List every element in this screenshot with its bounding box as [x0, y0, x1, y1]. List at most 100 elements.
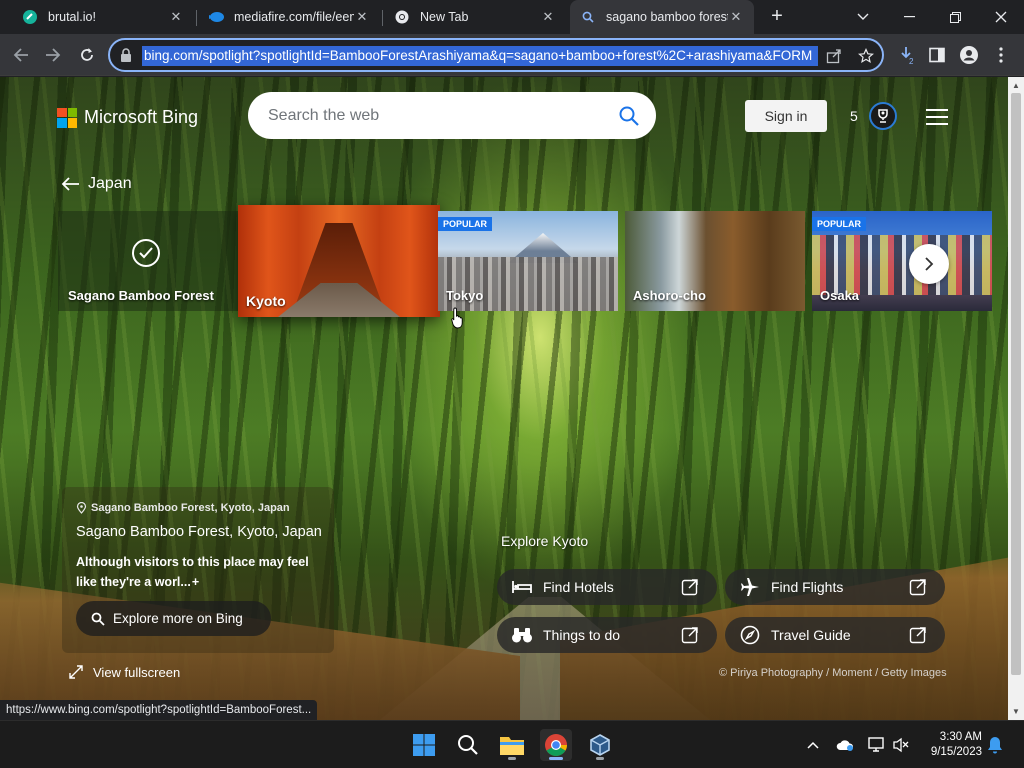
search-input[interactable]	[268, 104, 608, 128]
binoculars-icon	[511, 624, 533, 646]
tab-brutal[interactable]: brutal.io! ✕	[12, 0, 194, 34]
tab-title: brutal.io!	[48, 10, 96, 24]
tab-separator	[382, 10, 383, 26]
back-to-region-link[interactable]: Japan	[60, 175, 132, 193]
forward-icon[interactable]	[40, 42, 66, 68]
bookmark-star-icon[interactable]	[856, 46, 876, 66]
taskbar-search-icon[interactable]	[452, 729, 484, 761]
external-link-icon	[681, 579, 698, 596]
carousel-card-osaka[interactable]: POPULAR Osaka	[812, 211, 992, 311]
running-indicator	[596, 757, 604, 760]
tab-title: mediafire.com/file/eemt	[234, 10, 354, 24]
sign-in-button[interactable]: Sign in	[745, 100, 827, 132]
carousel-card-kyoto[interactable]: Kyoto	[238, 205, 440, 317]
profile-icon[interactable]	[958, 44, 980, 66]
find-flights-button[interactable]: Find Flights	[725, 569, 945, 605]
scroll-down-arrow-icon[interactable]: ▼	[1012, 707, 1020, 716]
new-tab-button[interactable]: +	[766, 6, 788, 28]
system-clock[interactable]: 3:30 AM 9/15/2023	[922, 730, 982, 760]
expand-icon	[69, 665, 83, 679]
virtualbox-icon[interactable]	[584, 729, 616, 761]
notification-bell-icon[interactable]	[986, 736, 1004, 754]
rewards-count[interactable]: 5	[850, 108, 858, 124]
explore-heading: Explore Kyoto	[501, 533, 589, 549]
card-label: Ashoro-cho	[633, 288, 706, 303]
tab-new-tab[interactable]: New Tab ✕	[384, 0, 566, 34]
chevron-right-icon	[925, 257, 934, 271]
running-indicator	[508, 757, 516, 760]
action-label: Find Hotels	[543, 579, 614, 595]
restore-icon[interactable]	[932, 0, 978, 34]
bed-icon	[511, 576, 533, 598]
logo-text: Microsoft Bing	[84, 107, 199, 127]
search-icon[interactable]	[618, 105, 640, 127]
check-circle-icon	[132, 239, 160, 267]
vertical-scrollbar[interactable]: ▲ ▼	[1008, 77, 1024, 720]
popular-badge: POPULAR	[812, 217, 867, 231]
explore-more-button[interactable]: Explore more on Bing	[76, 601, 271, 636]
carousel-card-tokyo[interactable]: POPULAR Tokyo	[438, 211, 618, 311]
link-status-bubble: https://www.bing.com/spotlight?spotlight…	[0, 700, 318, 720]
bing-spotlight-page: Microsoft Bing Sign in 5 Japan Sagano Ba…	[0, 77, 1008, 720]
action-label: Travel Guide	[771, 627, 851, 643]
close-tab-icon[interactable]: ✕	[728, 9, 744, 25]
bing-search-icon	[580, 9, 596, 25]
expand-description-button[interactable]: +	[192, 575, 199, 589]
external-link-icon	[681, 627, 698, 644]
scrollbar-thumb[interactable]	[1011, 93, 1021, 675]
menu-dots-icon[interactable]	[990, 44, 1012, 66]
card-label: Kyoto	[246, 293, 286, 309]
file-explorer-icon[interactable]	[496, 729, 528, 761]
search-box[interactable]	[248, 92, 656, 139]
find-hotels-button[interactable]: Find Hotels	[497, 569, 717, 605]
windows-start-icon[interactable]	[408, 729, 440, 761]
carousel-card-sagano[interactable]: Sagano Bamboo Forest	[58, 211, 238, 311]
microsoft-bing-logo[interactable]: Microsoft Bing	[57, 107, 198, 128]
info-title[interactable]: Sagano Bamboo Forest, Kyoto, Japan	[76, 524, 322, 540]
action-label: Find Flights	[771, 579, 844, 595]
view-fullscreen-button[interactable]: View fullscreen	[68, 664, 180, 680]
share-icon[interactable]	[824, 46, 844, 66]
airplane-icon	[739, 576, 761, 598]
reload-icon[interactable]	[74, 42, 100, 68]
network-icon[interactable]	[868, 736, 886, 754]
chevron-up-icon[interactable]	[804, 736, 822, 754]
carousel-next-button[interactable]	[909, 244, 949, 284]
onedrive-icon[interactable]	[836, 736, 854, 754]
hamburger-menu-icon[interactable]	[926, 109, 948, 125]
tab-search-icon[interactable]	[840, 0, 886, 34]
explore-more-label: Explore more on Bing	[113, 611, 243, 626]
rewards-trophy-icon[interactable]	[869, 102, 897, 130]
tab-separator	[196, 10, 197, 26]
windows-taskbar: 3:30 AM 9/15/2023	[0, 720, 1024, 768]
image-credit[interactable]: © Piriya Photography / Moment / Getty Im…	[719, 667, 947, 679]
close-tab-icon[interactable]: ✕	[354, 9, 370, 25]
scroll-up-arrow-icon[interactable]: ▲	[1012, 81, 1020, 90]
url-text[interactable]: bing.com/spotlight?spotlightId=BambooFor…	[142, 46, 818, 66]
osaka-buildings-image	[812, 235, 992, 295]
volume-muted-icon[interactable]	[892, 736, 910, 754]
close-window-icon[interactable]	[978, 0, 1024, 34]
microsoft-logo-icon	[57, 107, 77, 128]
travel-guide-button[interactable]: Travel Guide	[725, 617, 945, 653]
chrome-taskbar-icon[interactable]	[540, 729, 572, 761]
address-bar[interactable]: bing.com/spotlight?spotlightId=BambooFor…	[108, 38, 884, 72]
location-breadcrumb: Sagano Bamboo Forest, Kyoto, Japan	[76, 502, 290, 514]
location-text: Sagano Bamboo Forest, Kyoto, Japan	[91, 502, 290, 514]
carousel-card-ashoro[interactable]: Ashoro-cho	[625, 211, 805, 311]
card-label: Sagano Bamboo Forest	[68, 288, 214, 303]
active-indicator	[549, 757, 563, 760]
card-label: Tokyo	[446, 288, 484, 303]
close-tab-icon[interactable]: ✕	[168, 9, 184, 25]
back-icon[interactable]	[8, 42, 34, 68]
tab-mediafire[interactable]: mediafire.com/file/eemt ✕	[198, 0, 380, 34]
things-to-do-button[interactable]: Things to do	[497, 617, 717, 653]
tab-sagano-bamboo[interactable]: sagano bamboo forest ✕	[570, 0, 754, 34]
minimize-icon[interactable]	[886, 0, 932, 34]
side-panel-icon[interactable]	[926, 44, 948, 66]
close-tab-icon[interactable]: ✕	[540, 9, 556, 25]
lock-icon[interactable]	[120, 48, 134, 62]
download-icon[interactable]: 2	[896, 44, 918, 66]
external-link-icon	[909, 627, 926, 644]
compass-icon	[739, 624, 761, 646]
